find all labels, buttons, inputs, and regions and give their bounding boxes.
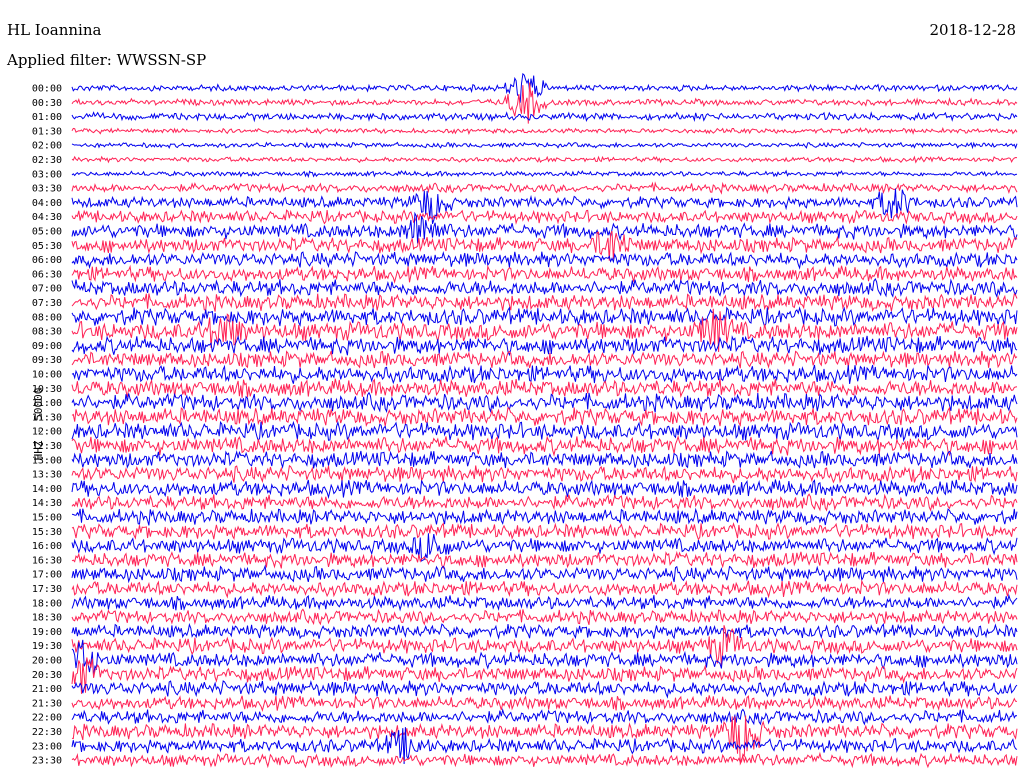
trace-row-0000	[71, 72, 1018, 103]
row-time-label: 18:30	[32, 613, 62, 624]
row-time-label: 16:30	[32, 555, 62, 566]
trace-row-1500	[71, 507, 1018, 526]
row-time-label: 16:00	[32, 541, 62, 552]
row-time-label: 10:00	[32, 370, 62, 381]
trace-row-1900	[71, 622, 1018, 640]
row-time-label: 22:30	[32, 727, 62, 738]
row-time-label: 18:00	[32, 598, 62, 609]
trace-row-2330	[71, 751, 1018, 769]
row-time-label: 17:00	[32, 570, 62, 581]
row-time-label: 23:30	[32, 756, 62, 767]
trace-row-0700	[71, 277, 1018, 298]
row-time-label: 20:30	[32, 670, 62, 681]
trace-row-0900	[71, 335, 1018, 357]
trace-row-1730	[71, 579, 1018, 599]
row-time-label: 09:30	[32, 355, 62, 366]
trace-row-1030	[71, 378, 1018, 399]
trace-row-1430	[71, 493, 1018, 512]
trace-row-1000	[71, 364, 1018, 385]
row-time-label: 05:00	[32, 227, 62, 238]
trace-row-0800	[71, 306, 1018, 328]
row-time-label: 14:30	[32, 498, 62, 509]
row-time-label: 15:30	[32, 527, 62, 538]
row-time-label: 17:30	[32, 584, 62, 595]
row-time-label: 01:00	[32, 112, 62, 123]
row-time-label: 00:30	[32, 98, 62, 109]
row-time-label: 02:30	[32, 155, 62, 166]
row-time-label: 05:30	[32, 241, 62, 252]
helicorder-plot: 00:00 00:30 01:00 01:30 02:00 02:30 03:00 03:30…	[32, 72, 1018, 769]
row-time-label: 06:30	[32, 269, 62, 280]
row-time-label: 11:00	[32, 398, 62, 409]
row-time-label: 00:00	[32, 84, 62, 95]
trace-row-0330	[71, 181, 1018, 195]
row-time-label: 03:00	[32, 169, 62, 180]
trace-row-1700	[71, 564, 1018, 584]
trace-row-1300	[71, 450, 1018, 470]
row-time-label: 12:30	[32, 441, 62, 452]
row-time-label: 01:30	[32, 126, 62, 137]
row-time-label: 03:30	[32, 184, 62, 195]
trace-row-1530	[71, 522, 1018, 541]
row-time-label: 22:00	[32, 713, 62, 724]
row-time-label: 07:00	[32, 284, 62, 295]
trace-row-1830	[71, 608, 1018, 626]
trace-row-0130	[71, 126, 1018, 135]
row-time-label: 04:00	[32, 198, 62, 209]
trace-row-1800	[71, 593, 1018, 612]
row-time-label: 09:00	[32, 341, 62, 352]
row-time-label: 06:00	[32, 255, 62, 266]
row-time-label: 19:30	[32, 641, 62, 652]
trace-row-0100	[71, 111, 1018, 123]
row-time-label: 19:00	[32, 627, 62, 638]
trace-row-1200	[71, 420, 1018, 443]
time-tick-labels: 00:00 00:30 01:00 01:30 02:00 02:30 03:00 03:30…	[32, 84, 62, 767]
trace-row-2200	[71, 708, 1018, 726]
row-time-label: 13:30	[32, 470, 62, 481]
trace-row-0300	[71, 169, 1018, 179]
trace-row-2130	[71, 694, 1018, 713]
row-time-label: 12:00	[32, 427, 62, 438]
row-time-label: 15:00	[32, 513, 62, 524]
trace-row-2100	[71, 680, 1018, 699]
row-time-label: 02:00	[32, 141, 62, 152]
row-time-label: 21:00	[32, 684, 62, 695]
trace-row-0430	[71, 209, 1018, 225]
row-time-label: 08:30	[32, 327, 62, 338]
trace-row-1330	[71, 464, 1018, 484]
trace-row-1100	[71, 391, 1018, 414]
seismic-traces	[71, 72, 1018, 769]
row-time-label: 14:00	[32, 484, 62, 495]
row-time-label: 20:00	[32, 656, 62, 667]
trace-row-0730	[71, 292, 1018, 312]
row-time-label: 08:00	[32, 312, 62, 323]
row-time-label: 07:30	[32, 298, 62, 309]
row-time-label: 13:00	[32, 455, 62, 466]
row-time-label: 10:30	[32, 384, 62, 395]
trace-row-1630	[71, 550, 1018, 570]
row-time-label: 23:00	[32, 741, 62, 752]
trace-row-0200	[71, 141, 1018, 150]
trace-row-0600	[71, 251, 1018, 270]
row-time-label: 04:30	[32, 212, 62, 223]
trace-row-0230	[71, 155, 1018, 164]
row-time-label: 21:30	[32, 698, 62, 709]
row-time-label: 11:30	[32, 412, 62, 423]
